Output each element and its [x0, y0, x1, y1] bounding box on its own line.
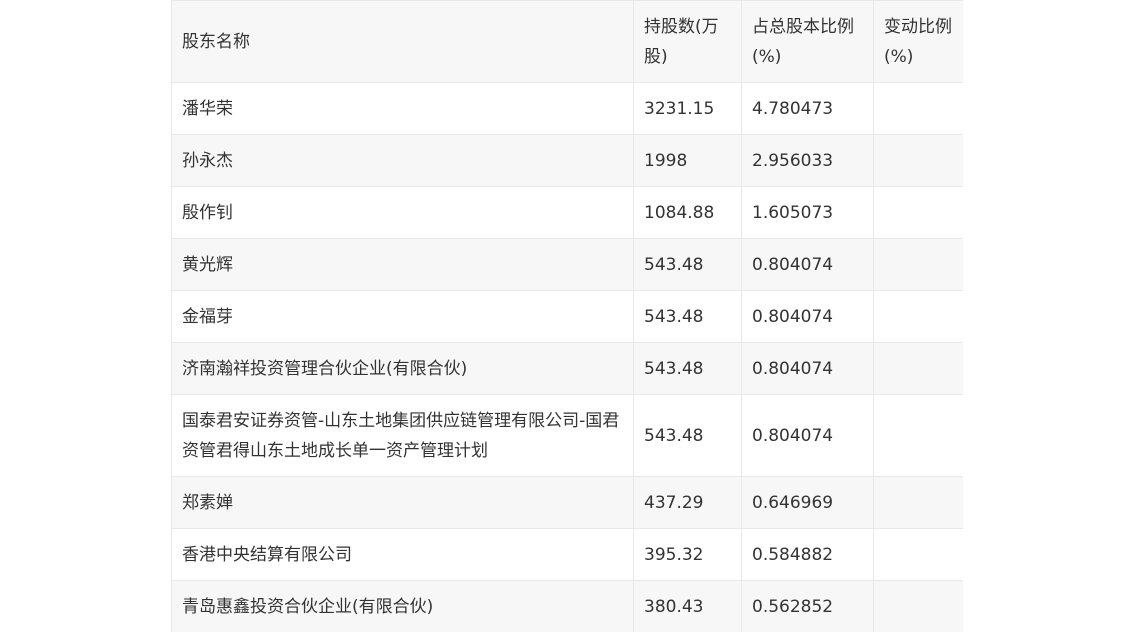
cell-ratio: 0.646969 [741, 476, 874, 529]
header-ratio: 占总股本比例(%) [741, 0, 874, 83]
header-shareholder-name: 股东名称 [171, 0, 634, 83]
cell-ratio: 0.804074 [741, 290, 874, 343]
table-row: 黄光辉 543.48 0.804074 [171, 238, 963, 291]
cell-name: 国泰君安证券资管-山东土地集团供应链管理有限公司-国君资管君得山东土地成长单一资… [171, 394, 634, 477]
table-row: 青岛惠鑫投资合伙企业(有限合伙) 380.43 0.562852 [171, 580, 963, 632]
cell-shares: 543.48 [633, 290, 742, 343]
table-header-row: 股东名称 持股数(万股) 占总股本比例(%) 变动比例(%) [171, 0, 963, 83]
cell-shares: 437.29 [633, 476, 742, 529]
cell-change [873, 134, 963, 187]
cell-shares: 3231.15 [633, 82, 742, 135]
table-row: 香港中央结算有限公司 395.32 0.584882 [171, 528, 963, 581]
cell-ratio: 0.804074 [741, 394, 874, 477]
cell-name: 金福芽 [171, 290, 634, 343]
cell-shares: 543.48 [633, 394, 742, 477]
cell-shares: 1084.88 [633, 186, 742, 239]
cell-name: 香港中央结算有限公司 [171, 528, 634, 581]
cell-change [873, 580, 963, 632]
cell-name: 郑素婵 [171, 476, 634, 529]
shareholder-table-container: 股东名称 持股数(万股) 占总股本比例(%) 变动比例(%) 潘华荣 3231.… [171, 0, 963, 632]
cell-name: 殷作钊 [171, 186, 634, 239]
cell-change [873, 238, 963, 291]
table-row: 济南瀚祥投资管理合伙企业(有限合伙) 543.48 0.804074 [171, 342, 963, 395]
table-row: 潘华荣 3231.15 4.780473 [171, 82, 963, 135]
cell-ratio: 0.562852 [741, 580, 874, 632]
cell-ratio: 0.804074 [741, 238, 874, 291]
cell-name: 孙永杰 [171, 134, 634, 187]
header-change: 变动比例(%) [873, 0, 963, 83]
cell-ratio: 0.804074 [741, 342, 874, 395]
cell-ratio: 1.605073 [741, 186, 874, 239]
table-row: 金福芽 543.48 0.804074 [171, 290, 963, 343]
cell-shares: 543.48 [633, 342, 742, 395]
table-row: 殷作钊 1084.88 1.605073 [171, 186, 963, 239]
cell-change [873, 82, 963, 135]
cell-change [873, 476, 963, 529]
cell-shares: 543.48 [633, 238, 742, 291]
cell-change [873, 394, 963, 477]
cell-ratio: 0.584882 [741, 528, 874, 581]
shareholder-table: 股东名称 持股数(万股) 占总股本比例(%) 变动比例(%) 潘华荣 3231.… [171, 0, 963, 632]
table-row: 国泰君安证券资管-山东土地集团供应链管理有限公司-国君资管君得山东土地成长单一资… [171, 394, 963, 477]
cell-name: 黄光辉 [171, 238, 634, 291]
header-shares: 持股数(万股) [633, 0, 742, 83]
table-row: 孙永杰 1998 2.956033 [171, 134, 963, 187]
cell-ratio: 2.956033 [741, 134, 874, 187]
cell-change [873, 290, 963, 343]
cell-name: 青岛惠鑫投资合伙企业(有限合伙) [171, 580, 634, 632]
cell-name: 济南瀚祥投资管理合伙企业(有限合伙) [171, 342, 634, 395]
cell-ratio: 4.780473 [741, 82, 874, 135]
cell-change [873, 528, 963, 581]
cell-change [873, 186, 963, 239]
cell-change [873, 342, 963, 395]
cell-shares: 380.43 [633, 580, 742, 632]
cell-shares: 1998 [633, 134, 742, 187]
cell-name: 潘华荣 [171, 82, 634, 135]
table-row: 郑素婵 437.29 0.646969 [171, 476, 963, 529]
cell-shares: 395.32 [633, 528, 742, 581]
